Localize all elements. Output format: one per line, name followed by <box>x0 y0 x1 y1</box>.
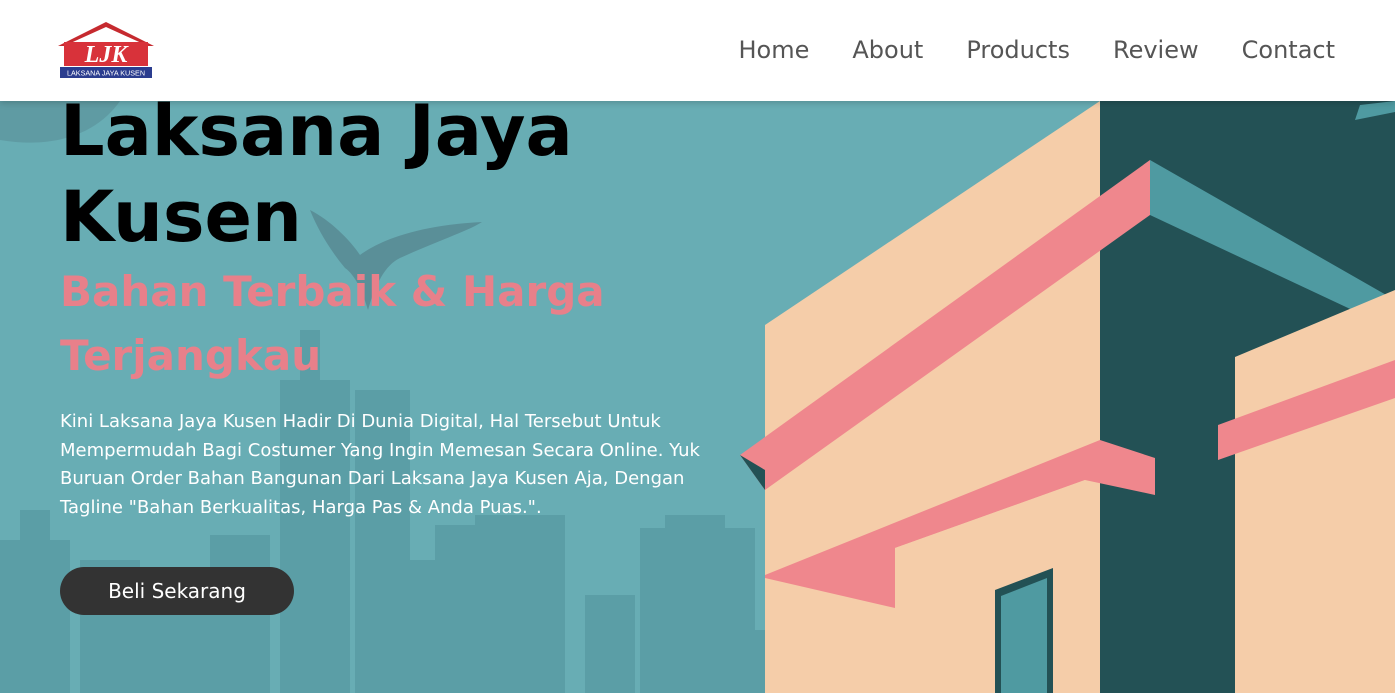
hero-subtitle: Bahan Terbaik & Harga Terjangkau <box>60 267 605 380</box>
nav-link-about[interactable]: About <box>852 32 923 68</box>
hero-title: Laksana Jaya Kusen <box>60 90 573 258</box>
brand-logo[interactable]: LJK LAKSANA JAYA KUSEN <box>58 20 154 80</box>
nav-link-home[interactable]: Home <box>739 32 810 68</box>
top-navbar: LJK LAKSANA JAYA KUSEN Home About Produc… <box>0 0 1395 101</box>
main-nav: Home About Products Review Contact <box>696 32 1336 68</box>
buy-now-button[interactable]: Beli Sekarang <box>60 567 294 615</box>
logo-text: LJK <box>84 42 130 68</box>
hero-description: Kini Laksana Jaya Kusen Hadir Di Dunia D… <box>60 411 700 518</box>
logo-subtext: LAKSANA JAYA KUSEN <box>67 69 145 78</box>
logo-house-icon: LJK LAKSANA JAYA KUSEN <box>58 22 154 78</box>
hero-section: Laksana Jaya Kusen Bahan Terbaik & Harga… <box>60 88 740 522</box>
nav-link-contact[interactable]: Contact <box>1242 32 1335 68</box>
nav-link-products[interactable]: Products <box>966 32 1070 68</box>
nav-link-review[interactable]: Review <box>1113 32 1199 68</box>
